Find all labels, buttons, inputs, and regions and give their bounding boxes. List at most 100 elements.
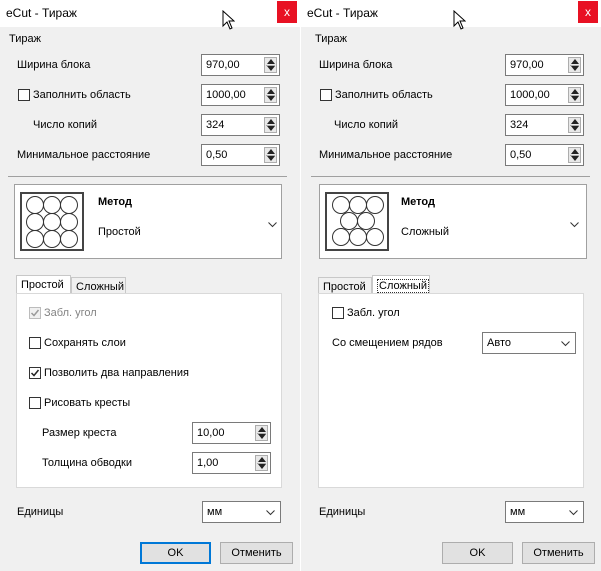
spin-arrows[interactable] — [255, 425, 268, 441]
spin-arrows[interactable] — [264, 57, 277, 73]
separator — [311, 176, 590, 177]
chevron-down-icon — [266, 510, 275, 516]
spin-down-icon[interactable] — [267, 96, 275, 101]
copies-spinbox[interactable]: 324 — [505, 114, 584, 136]
cancel-button[interactable]: Отменить — [522, 542, 595, 564]
blocked-corner-label: Забл. угол — [347, 307, 400, 319]
spin-up-icon[interactable] — [267, 89, 275, 94]
allow-two-directions-checkbox[interactable] — [29, 367, 41, 379]
block-width-label: Ширина блока — [319, 59, 393, 71]
method-selector[interactable]: Метод Простой — [14, 184, 282, 259]
block-width-label: Ширина блока — [17, 59, 91, 71]
block-width-spinbox[interactable]: 970,00 — [505, 54, 584, 76]
copies-label: Число копий — [334, 119, 398, 131]
ok-button[interactable]: OK — [442, 542, 513, 564]
copies-label: Число копий — [33, 119, 97, 131]
draw-crosses-checkbox[interactable] — [29, 397, 41, 409]
spin-down-icon[interactable] — [267, 66, 275, 71]
chevron-down-icon — [569, 510, 578, 516]
spin-arrows[interactable] — [568, 87, 581, 103]
spin-up-icon[interactable] — [258, 457, 266, 462]
spin-up-icon[interactable] — [571, 89, 579, 94]
mouse-cursor-icon — [222, 10, 235, 30]
spin-down-icon[interactable] — [258, 434, 266, 439]
method-title: Метод — [98, 196, 132, 208]
keep-layers-checkbox[interactable] — [29, 337, 41, 349]
tab-simple[interactable]: Простой — [16, 275, 71, 295]
spin-up-icon[interactable] — [571, 59, 579, 64]
spin-arrows[interactable] — [568, 147, 581, 163]
close-button[interactable]: x — [578, 1, 598, 23]
min-distance-spinbox[interactable]: 0,50 — [201, 144, 280, 166]
cancel-button[interactable]: Отменить — [220, 542, 293, 564]
allow-two-directions-label: Позволить два направления — [44, 367, 189, 379]
stroke-width-spinbox[interactable]: 1,00 — [192, 452, 271, 474]
spin-arrows[interactable] — [568, 57, 581, 73]
min-distance-spinbox[interactable]: 0,50 — [505, 144, 584, 166]
mouse-cursor-icon — [453, 10, 466, 30]
method-value: Сложный — [401, 226, 449, 238]
tab-complex[interactable]: Сложный — [372, 275, 430, 295]
spin-up-icon[interactable] — [258, 427, 266, 432]
spin-arrows[interactable] — [264, 87, 277, 103]
units-label: Единицы — [17, 506, 64, 518]
method-value: Простой — [98, 226, 141, 238]
fill-area-spinbox[interactable]: 1000,00 — [201, 84, 280, 106]
separator — [8, 176, 287, 177]
method-selector[interactable]: Метод Сложный — [319, 184, 587, 259]
window-title: eCut - Тираж — [307, 6, 378, 20]
ok-button[interactable]: OK — [140, 542, 211, 564]
min-distance-value: 0,50 — [206, 149, 228, 161]
block-width-value: 970,00 — [510, 59, 544, 71]
close-icon: x — [284, 5, 290, 19]
spin-down-icon[interactable] — [571, 156, 579, 161]
chevron-down-icon — [570, 222, 579, 228]
fill-area-checkbox[interactable] — [18, 89, 30, 101]
chevron-down-icon — [268, 222, 277, 228]
spin-down-icon[interactable] — [267, 126, 275, 131]
row-offset-select[interactable]: Авто — [482, 332, 576, 354]
close-button[interactable]: x — [277, 1, 297, 23]
units-value: мм — [510, 506, 526, 518]
group-title: Тираж — [315, 33, 347, 45]
blocked-corner-checkbox[interactable] — [29, 307, 41, 319]
spin-up-icon[interactable] — [267, 149, 275, 154]
fill-area-checkbox[interactable] — [320, 89, 332, 101]
copies-spinbox[interactable]: 324 — [201, 114, 280, 136]
units-select[interactable]: мм — [202, 501, 281, 523]
complex-tab-panel: Забл. угол Со смещением рядов Авто — [318, 293, 584, 488]
spin-arrows[interactable] — [568, 117, 581, 133]
title-bar: eCut - Тираж x — [0, 0, 300, 30]
cross-size-spinbox[interactable]: 10,00 — [192, 422, 271, 444]
spin-down-icon[interactable] — [571, 66, 579, 71]
spin-up-icon[interactable] — [267, 119, 275, 124]
units-value: мм — [207, 506, 223, 518]
blocked-corner-label: Забл. угол — [44, 307, 97, 319]
dialog-window-complex: eCut - Тираж x Тираж Ширина блока 970,00… — [301, 0, 601, 571]
title-bar: eCut - Тираж x — [301, 0, 601, 30]
spin-down-icon[interactable] — [258, 464, 266, 469]
window-title: eCut - Тираж — [6, 6, 77, 20]
spin-arrows[interactable] — [255, 455, 268, 471]
spin-down-icon[interactable] — [571, 96, 579, 101]
fill-area-spinbox[interactable]: 1000,00 — [505, 84, 584, 106]
units-select[interactable]: мм — [505, 501, 584, 523]
spin-arrows[interactable] — [264, 117, 277, 133]
chevron-down-icon — [561, 341, 570, 347]
spin-down-icon[interactable] — [267, 156, 275, 161]
simple-grid-icon — [20, 192, 84, 251]
draw-crosses-label: Рисовать кресты — [44, 397, 131, 409]
fill-area-label: Заполнить область — [335, 89, 433, 101]
spin-arrows[interactable] — [264, 147, 277, 163]
copies-value: 324 — [206, 119, 225, 131]
units-label: Единицы — [319, 506, 366, 518]
block-width-spinbox[interactable]: 970,00 — [201, 54, 280, 76]
check-icon — [30, 369, 40, 377]
blocked-corner-checkbox[interactable] — [332, 307, 344, 319]
min-distance-label: Минимальное расстояние — [17, 149, 151, 161]
spin-up-icon[interactable] — [571, 119, 579, 124]
spin-up-icon[interactable] — [267, 59, 275, 64]
method-title: Метод — [401, 196, 435, 208]
spin-down-icon[interactable] — [571, 126, 579, 131]
spin-up-icon[interactable] — [571, 149, 579, 154]
